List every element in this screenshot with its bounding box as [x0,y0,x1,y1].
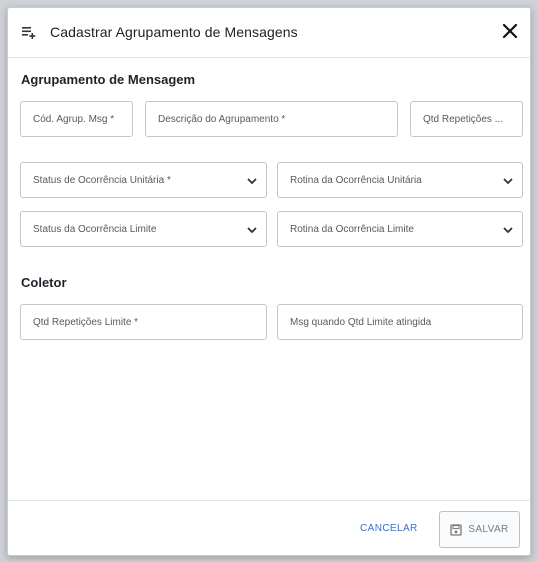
msg-qtd-limite-label: Msg quando Qtd Limite atingida [290,316,432,328]
chevron-down-icon [503,227,513,234]
dialog-footer: CANCELAR SALVAR [8,500,530,557]
chevron-down-icon [247,178,257,185]
msg-qtd-limite-field[interactable]: Msg quando Qtd Limite atingida [277,304,523,340]
save-icon [450,523,462,536]
cod-agrup-field[interactable]: Cód. Agrup. Msg * [20,101,133,137]
cancel-button[interactable]: CANCELAR [360,523,418,534]
qtd-repeticoes-label: Qtd Repetições ... [423,113,504,125]
rotina-limite-select[interactable]: Rotina da Ocorrência Limite [277,211,523,247]
chevron-down-icon [503,178,513,185]
chevron-down-icon [247,227,257,234]
status-limite-label: Status da Ocorrência Limite [33,223,157,235]
section-title-coletor: Coletor [21,275,67,290]
status-unitaria-select[interactable]: Status de Ocorrência Unitária * [20,162,267,198]
rotina-unitaria-label: Rotina da Ocorrência Unitária [290,174,422,186]
dialog-header: Cadastrar Agrupamento de Mensagens [8,8,530,58]
rotina-unitaria-select[interactable]: Rotina da Ocorrência Unitária [277,162,523,198]
save-label: SALVAR [468,524,509,535]
dialog: Cadastrar Agrupamento de Mensagens Agrup… [7,7,531,556]
descricao-label: Descrição do Agrupamento * [158,113,286,125]
cod-agrup-label: Cód. Agrup. Msg * [33,113,115,125]
rotina-limite-label: Rotina da Ocorrência Limite [290,223,414,235]
descricao-field[interactable]: Descrição do Agrupamento * [145,101,398,137]
qtd-repeticoes-limite-label: Qtd Repetições Limite * [33,316,139,328]
dialog-title: Cadastrar Agrupamento de Mensagens [50,24,298,40]
qtd-repeticoes-limite-field[interactable]: Qtd Repetições Limite * [20,304,267,340]
qtd-repeticoes-field[interactable]: Qtd Repetições ... [410,101,523,137]
status-limite-select[interactable]: Status da Ocorrência Limite [20,211,267,247]
save-button[interactable]: SALVAR [439,511,520,548]
status-unitaria-label: Status de Ocorrência Unitária * [33,174,171,186]
section-title-agrupamento: Agrupamento de Mensagem [21,72,196,87]
playlist-add-icon [22,27,36,39]
close-icon[interactable] [500,21,520,41]
